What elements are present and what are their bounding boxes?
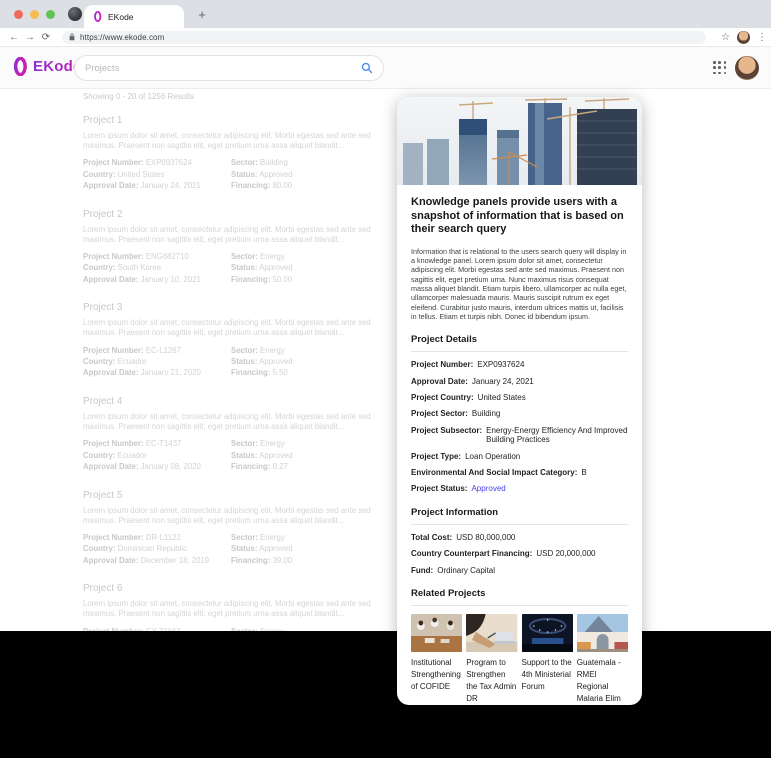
browser-profile-avatar[interactable]	[737, 31, 750, 44]
detail-row: Project Type:Loan Operation	[411, 452, 628, 461]
project-description: Lorem ipsum dolor sit amet, consectetur …	[83, 318, 390, 338]
detail-row: Project Sector:Building	[411, 409, 628, 418]
related-card-title[interactable]: Institutional Strengthening of COFIDE	[411, 657, 462, 693]
forward-icon[interactable]: →	[22, 32, 38, 43]
search-input[interactable]	[85, 63, 361, 74]
divider	[411, 605, 628, 606]
minimize-window-button[interactable]	[30, 10, 39, 19]
info-row: Total Cost:USD 80,000,000	[411, 533, 628, 542]
related-card-title[interactable]: Guatemala - RMEI Regional Malaria Elim	[577, 657, 628, 705]
apps-grid-icon[interactable]	[713, 61, 727, 75]
project-card-5[interactable]: Project 5 Lorem ipsum dolor sit amet, co…	[83, 490, 390, 567]
project-card-4[interactable]: Project 4 Lorem ipsum dolor sit amet, co…	[83, 396, 390, 473]
browser-toolbar: ← → ⟳ https://www.ekode.com ☆ ⋮	[0, 28, 771, 47]
writing-thumbnail-image	[466, 614, 517, 652]
construction-hero-image	[397, 97, 642, 185]
meeting-thumbnail-image	[411, 614, 462, 652]
search-icon[interactable]	[361, 62, 373, 74]
divider	[411, 524, 628, 525]
project-description: Lorem ipsum dolor sit amet, consectetur …	[83, 225, 390, 245]
ekode-logo[interactable]: EKode	[12, 57, 82, 76]
bookmark-star-icon[interactable]: ☆	[721, 32, 730, 43]
divider	[411, 351, 628, 352]
project-card-2[interactable]: Project 2 Lorem ipsum dolor sit amet, co…	[83, 209, 390, 286]
related-projects-heading: Related Projects	[411, 588, 628, 599]
window-controls	[14, 10, 55, 19]
maximize-window-button[interactable]	[46, 10, 55, 19]
close-window-button[interactable]	[14, 10, 23, 19]
info-row: Country Counterpart Financing:USD 20,000…	[411, 549, 628, 558]
toolbar-right: ☆ ⋮	[721, 28, 767, 47]
project-information-heading: Project Information	[411, 507, 628, 518]
panel-title: Knowledge panels provide users with a sn…	[411, 196, 628, 237]
project-title[interactable]: Project 5	[83, 490, 390, 501]
detail-row-status: Project Status:Approved	[411, 484, 628, 493]
browser-window: EKode + ← → ⟳ https://www.ekode.com ☆ ⋮	[0, 0, 771, 631]
user-avatar[interactable]	[735, 56, 759, 80]
project-card-1[interactable]: Project 1 Lorem ipsum dolor sit amet, co…	[83, 115, 390, 192]
results-summary: Showing 0 - 20 of 1256 Results	[83, 92, 390, 101]
globe-icon[interactable]	[68, 7, 82, 21]
project-fields: Project Number: GY-T1167 Sector: Energy …	[83, 626, 390, 631]
project-card-3[interactable]: Project 3 Lorem ipsum dolor sit amet, co…	[83, 302, 390, 379]
project-title[interactable]: Project 3	[83, 302, 390, 313]
conference-thumbnail-image	[522, 614, 573, 652]
project-fields: Project Number: EC-L1267 Sector: Energy …	[83, 345, 390, 379]
project-description: Lorem ipsum dolor sit amet, consectetur …	[83, 412, 390, 432]
detail-row: Approval Date:January 24, 2021	[411, 377, 628, 386]
panel-description: Information that is relational to the us…	[411, 247, 628, 321]
project-fields: Project Number: ENG682710 Sector: Energy…	[83, 251, 390, 285]
new-tab-button[interactable]: +	[192, 4, 212, 24]
project-fields: Project Number: EXP0937624 Sector: Build…	[83, 157, 390, 191]
ekode-favicon	[93, 11, 102, 22]
related-projects-grid: Institutional Strengthening of COFIDE Pr…	[411, 614, 628, 705]
project-description: Lorem ipsum dolor sit amet, consectetur …	[83, 506, 390, 526]
project-fields: Project Number: EC-T1437 Sector: Energy …	[83, 438, 390, 472]
project-fields: Project Number: DR-L1122 Sector: Energy …	[83, 532, 390, 566]
back-icon[interactable]: ←	[6, 32, 22, 43]
project-title[interactable]: Project 6	[83, 583, 390, 594]
related-card-title[interactable]: Support to the 4th Ministerial Forum	[522, 657, 573, 693]
related-card-forum[interactable]: Support to the 4th Ministerial Forum	[522, 614, 573, 705]
lock-icon	[69, 33, 75, 41]
browser-tab-ekode[interactable]: EKode	[84, 5, 184, 28]
project-description: Lorem ipsum dolor sit amet, consectetur …	[83, 599, 390, 619]
status-link[interactable]: Approved	[471, 484, 628, 493]
project-description: Lorem ipsum dolor sit amet, consectetur …	[83, 131, 390, 151]
project-title[interactable]: Project 4	[83, 396, 390, 407]
browser-menu-icon[interactable]: ⋮	[757, 32, 767, 43]
knowledge-panel: Knowledge panels provide users with a sn…	[397, 97, 642, 705]
related-card-guatemala[interactable]: Guatemala - RMEI Regional Malaria Elim	[577, 614, 628, 705]
guatemala-thumbnail-image	[577, 614, 628, 652]
detail-row: Project Subsector:Energy-Energy Efficien…	[411, 426, 628, 445]
detail-row: Environmental And Social Impact Category…	[411, 468, 628, 477]
knowledge-panel-body: Knowledge panels provide users with a sn…	[397, 185, 642, 705]
url-text: https://www.ekode.com	[80, 33, 164, 42]
tab-title: EKode	[108, 12, 134, 22]
reload-icon[interactable]: ⟳	[38, 32, 54, 43]
project-title[interactable]: Project 1	[83, 115, 390, 126]
app-header: EKode	[0, 47, 771, 89]
info-row: Fund:Ordinary Capital	[411, 566, 628, 575]
search-bar[interactable]	[74, 55, 384, 81]
search-results-list: Showing 0 - 20 of 1256 Results Project 1…	[83, 92, 390, 631]
project-title[interactable]: Project 2	[83, 209, 390, 220]
detail-row: Project Number:EXP0937624	[411, 360, 628, 369]
address-bar[interactable]: https://www.ekode.com	[62, 31, 706, 44]
screen: EKode + ← → ⟳ https://www.ekode.com ☆ ⋮	[0, 0, 771, 758]
related-card-tax-admin[interactable]: Program to Strengthen the Tax Admin DR	[466, 614, 517, 705]
project-details-heading: Project Details	[411, 334, 628, 345]
related-card-cofide[interactable]: Institutional Strengthening of COFIDE	[411, 614, 462, 705]
related-card-title[interactable]: Program to Strengthen the Tax Admin DR	[466, 657, 517, 705]
detail-row: Project Country:United States	[411, 393, 628, 402]
browser-tab-strip: EKode +	[0, 0, 771, 28]
ekode-logo-icon	[12, 57, 28, 76]
project-card-6[interactable]: Project 6 Lorem ipsum dolor sit amet, co…	[83, 583, 390, 631]
